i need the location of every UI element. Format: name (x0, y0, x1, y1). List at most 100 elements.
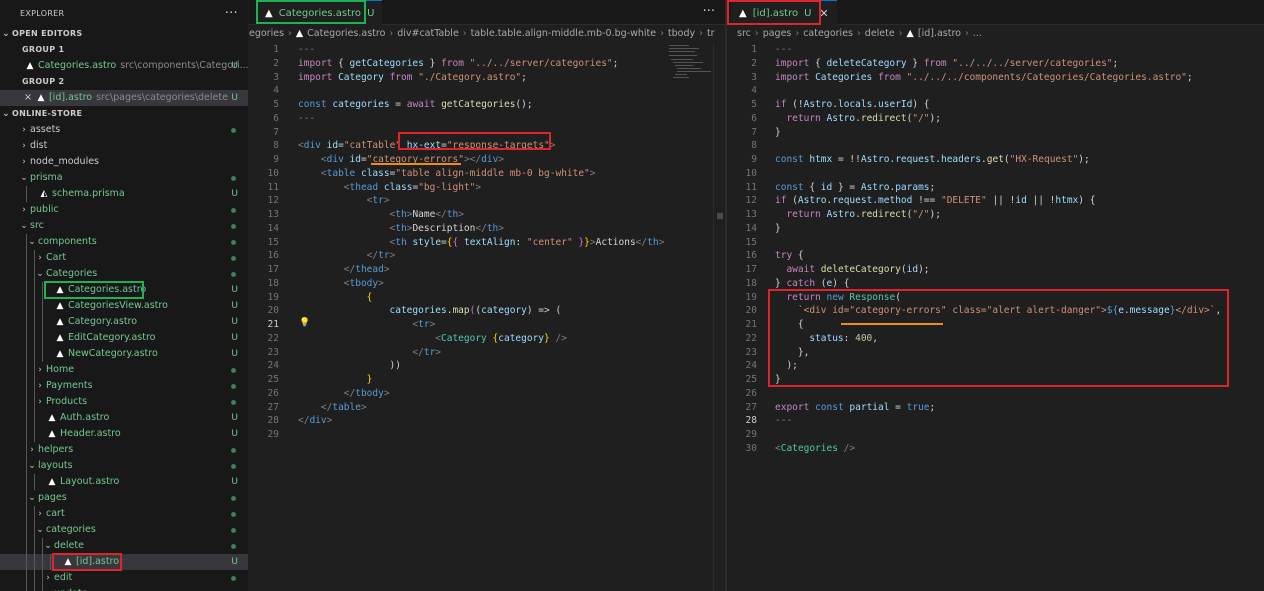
project-section[interactable]: ⌄ ONLINE-STORE (0, 106, 248, 122)
line-number: 26 (745, 387, 757, 399)
tree-item[interactable]: ▲ Header.astro U (0, 426, 248, 442)
line-number: 20 (745, 305, 757, 317)
scroll-thumb[interactable] (717, 213, 723, 219)
tree-item[interactable]: ⌄ Categories (0, 266, 248, 282)
code-line: <tbody> (343, 277, 384, 289)
breadcrumb-item[interactable]: src (737, 28, 751, 39)
indent-guide (34, 362, 35, 378)
tree-item[interactable]: ⌄ pages (0, 490, 248, 506)
code-line: </table> (320, 401, 367, 413)
tree-item-label: components (38, 236, 97, 247)
line-number: 21 (267, 319, 279, 330)
tree-item-label: prisma (30, 172, 63, 183)
breadcrumb-item[interactable]: delete (865, 28, 895, 39)
breadcrumb-item[interactable]: div#catTable (397, 28, 459, 39)
tree-item[interactable]: › Payments (0, 378, 248, 394)
code-line: --- (775, 44, 793, 55)
line-number: 22 (745, 332, 757, 344)
indent-guide (26, 378, 27, 394)
modified-dot-icon (231, 528, 236, 533)
status-badge: U (231, 429, 238, 439)
status-badge: U (231, 189, 238, 199)
tree-item[interactable]: › Home (0, 362, 248, 378)
status-badge: U (231, 557, 238, 567)
tree-item[interactable]: ◭ schema.prisma U (0, 186, 248, 202)
indent-guide (34, 250, 35, 266)
tree-item[interactable]: ⌄ src (0, 218, 248, 234)
tree-item-label: Home (46, 364, 75, 375)
breadcrumb-item[interactable]: [id].astro (918, 28, 961, 39)
lightbulb-icon[interactable]: 💡 (299, 318, 310, 328)
breadcrumb-item[interactable]: ... (973, 28, 982, 39)
tree-item[interactable]: ▲ CategoriesView.astro U (0, 298, 248, 314)
tree-item[interactable]: › node_modules (0, 154, 248, 170)
tree-item-label: dist (30, 140, 48, 151)
breadcrumb-item[interactable]: egories (249, 28, 284, 39)
tree-item[interactable]: › edit (0, 570, 248, 586)
minimap[interactable] (669, 43, 713, 83)
tree-item[interactable]: › Cart (0, 250, 248, 266)
status-badge: U (231, 477, 238, 487)
chevron-down-icon: ⌄ (36, 269, 44, 279)
indent-guide (42, 538, 43, 554)
tree-item-label: Payments (46, 380, 93, 391)
breadcrumb-item[interactable]: tr (707, 28, 715, 39)
tree-item[interactable]: ⌄ categories (0, 522, 248, 538)
tree-item[interactable]: ⌄ delete (0, 538, 248, 554)
open-editor-categories[interactable]: ▲ Categories.astro src\components\Categori… (0, 58, 248, 74)
breadcrumb-item[interactable]: tbody (668, 28, 695, 39)
explorer-more-icon[interactable]: ··· (225, 6, 238, 21)
breadcrumb-item[interactable]: categories (803, 28, 853, 39)
tree-item[interactable]: ▲ Layout.astro U (0, 474, 248, 490)
open-editor-id[interactable]: × ▲ [id].astro src\pages\categories\delete … (0, 90, 248, 106)
indent-guide (26, 266, 27, 282)
chevron-down-icon: ⌄ (42, 586, 54, 591)
vertical-scrollbar[interactable] (713, 43, 725, 591)
modified-dot-icon (231, 368, 236, 373)
close-icon[interactable]: × (24, 92, 32, 103)
indent-guide (34, 346, 35, 362)
line-number: 4 (751, 85, 757, 97)
tree-item[interactable]: ▲ NewCategory.astro U (0, 346, 248, 362)
tree-item[interactable]: ▲ EditCategory.astro U (0, 330, 248, 346)
tree-item[interactable]: ⌄ layouts (0, 458, 248, 474)
breadcrumb-separator-icon: › (964, 28, 969, 39)
tree-item[interactable]: ▲ Categories.astro U (0, 281, 248, 299)
tree-item-label: Categories (46, 268, 98, 279)
open-editors-section[interactable]: ⌄ OPEN EDITORS (0, 26, 248, 42)
breadcrumb-item[interactable]: Categories.astro (307, 28, 385, 39)
tree-item[interactable]: ⌄ prisma (0, 170, 248, 186)
breadcrumb-item[interactable]: pages (763, 28, 792, 39)
tree-item-label: public (30, 204, 59, 215)
tree-item[interactable]: › public (0, 202, 248, 218)
indent-guide (34, 378, 35, 394)
tree-item[interactable]: › dist (0, 138, 248, 154)
code-line: import Categories from "../../../compone… (775, 71, 1193, 83)
chevron-right-icon: › (38, 365, 42, 375)
astro-file-icon: ▲ (48, 429, 56, 439)
indent-guide (34, 282, 35, 298)
open-editor-file: [id].astro (48, 92, 93, 103)
tree-item[interactable]: ⌄ components (0, 234, 248, 250)
tree-item[interactable]: ⌄update (0, 586, 248, 591)
tree-item[interactable]: › cart (0, 506, 248, 522)
code-line: <th>Description</th> (389, 222, 504, 234)
tree-item[interactable]: › helpers (0, 442, 248, 458)
tree-item[interactable]: › Products (0, 394, 248, 410)
tree-item[interactable]: ▲ Category.astro U (0, 314, 248, 330)
breadcrumb-item[interactable]: table.table.align-middle.mb-0.bg-white (471, 28, 656, 39)
tree-item[interactable]: › assets (0, 122, 248, 138)
code-line: if (Astro.request.method !== "DELETE" ||… (775, 195, 1096, 207)
line-number: 19 (267, 291, 279, 303)
line-number: 21 (745, 319, 757, 330)
tree-item[interactable]: ▲ [id].astro U (0, 553, 248, 571)
tree-item[interactable]: ▲ Auth.astro U (0, 410, 248, 426)
line-number: 29 (267, 429, 279, 440)
indent-guide (34, 586, 35, 591)
editor-more-icon[interactable]: ··· (703, 4, 715, 19)
code-line: await deleteCategory(id); (786, 264, 930, 275)
chevron-down-icon: ⌄ (20, 221, 28, 231)
highlight-box (52, 553, 122, 571)
chevron-right-icon: › (38, 253, 42, 263)
line-number: 12 (745, 195, 757, 207)
